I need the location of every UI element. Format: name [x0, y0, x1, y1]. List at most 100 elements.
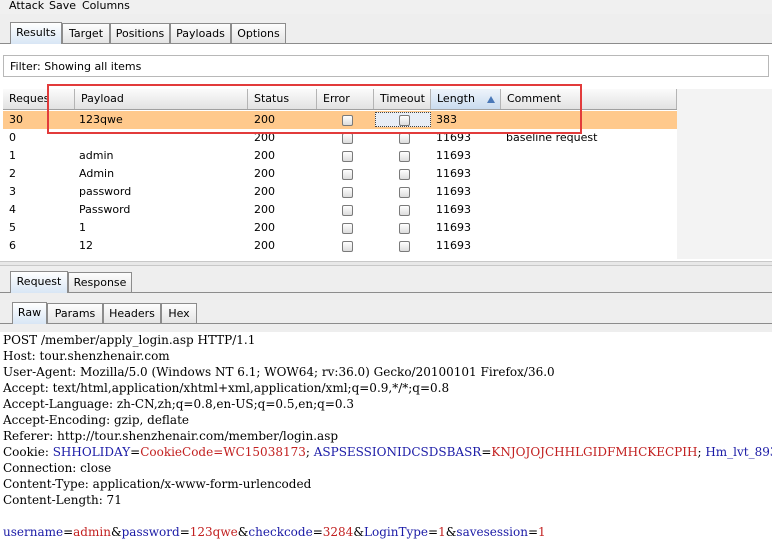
error-checkbox[interactable] [342, 151, 353, 162]
menu-save[interactable]: Save [49, 0, 76, 12]
cell-payload: 1 [79, 221, 86, 234]
timeout-checkbox[interactable] [399, 241, 410, 252]
cookie-label: Cookie: [3, 445, 53, 459]
header-referer: Referer: http://tour.shenzhenair.com/mem… [3, 429, 339, 443]
timeout-checkbox[interactable] [399, 151, 410, 162]
cell-payload: admin [79, 149, 114, 162]
table-empty-area [677, 89, 772, 259]
error-checkbox[interactable] [342, 223, 353, 234]
header-accept: Accept: text/html,application/xhtml+xml,… [3, 381, 450, 395]
message-tab-bar: Request Response Raw Params Headers Hex [0, 266, 772, 332]
tab-hex[interactable]: Hex [161, 303, 197, 323]
cell-length: 11693 [436, 203, 471, 216]
equals-sign: = [179, 525, 190, 539]
cell-status: 200 [254, 149, 275, 162]
cookie-value: CookieCode=WC15038173 [140, 445, 306, 459]
raw-request-editor[interactable]: POST /member/apply_login.asp HTTP/1.1 Ho… [0, 332, 772, 552]
header-content-type: Content-Type: application/x-www-form-url… [3, 477, 312, 491]
header-user-agent: User-Agent: Mozilla/5.0 (Windows NT 6.1;… [3, 365, 555, 379]
tab-target[interactable]: Target [62, 23, 110, 43]
tab-headers[interactable]: Headers [103, 303, 161, 323]
table-row[interactable]: 4 Password 200 11693 [3, 201, 677, 219]
cell-length: 11693 [436, 221, 471, 234]
equals-sign: = [527, 525, 539, 539]
cell-request: 1 [9, 149, 16, 162]
cell-status: 200 [254, 221, 275, 234]
equals-sign: = [481, 445, 492, 459]
cookie-separator: ; [305, 445, 314, 459]
filter-label: Filter: Showing all items [10, 60, 142, 73]
table-row[interactable]: 5 1 200 11693 [3, 219, 677, 237]
cell-request: 3 [9, 185, 16, 198]
equals-sign: = [130, 445, 141, 459]
ampersand: & [353, 525, 364, 539]
cell-request: 5 [9, 221, 16, 234]
tab-params[interactable]: Params [47, 303, 103, 323]
cell-length: 11693 [436, 185, 471, 198]
body-param-value: 1 [538, 525, 546, 539]
top-tab-bar: Results Target Positions Payloads Option… [0, 14, 772, 44]
ampersand: & [237, 525, 249, 539]
error-checkbox[interactable] [342, 133, 353, 144]
header-cookie: Cookie: SHHOLIDAY=CookieCode=WC15038173;… [3, 444, 772, 460]
filter-bar[interactable]: Filter: Showing all items [3, 55, 769, 77]
tab-response[interactable]: Response [68, 272, 132, 292]
cell-status: 200 [254, 185, 275, 198]
cell-payload: password [79, 185, 132, 198]
table-row[interactable]: 1 admin 200 11693 [3, 147, 677, 165]
tab-results[interactable]: Results [10, 22, 62, 44]
cell-status: 200 [254, 167, 275, 180]
body-param-name: checkcode [248, 525, 313, 539]
ampersand: & [445, 525, 457, 539]
equals-sign: = [428, 525, 439, 539]
table-row[interactable]: 6 12 200 11693 [3, 237, 677, 255]
error-checkbox[interactable] [342, 205, 353, 216]
cell-request: 0 [9, 131, 16, 144]
error-checkbox[interactable] [342, 169, 353, 180]
equals-sign: = [312, 525, 323, 539]
body-param-name: savesession [456, 525, 528, 539]
error-checkbox[interactable] [342, 187, 353, 198]
cell-length: 11693 [436, 167, 471, 180]
cell-length: 11693 [436, 149, 471, 162]
tab-payloads[interactable]: Payloads [170, 23, 231, 43]
timeout-checkbox[interactable] [399, 205, 410, 216]
body-param-value: 3284 [322, 525, 354, 539]
timeout-checkbox[interactable] [399, 169, 410, 180]
request-body: username=admin&password=123qwe&checkcode… [3, 524, 546, 540]
highlight-box [47, 84, 582, 134]
tab-request[interactable]: Request [10, 271, 68, 293]
tab-positions[interactable]: Positions [110, 23, 170, 43]
timeout-checkbox[interactable] [399, 133, 410, 144]
cell-payload: Password [79, 203, 131, 216]
body-param-name: LoginType [364, 525, 429, 539]
tab-options[interactable]: Options [231, 23, 286, 43]
cookie-name: SHHOLIDAY [52, 445, 131, 459]
equals-sign: = [63, 525, 74, 539]
cell-request: 30 [9, 113, 23, 126]
table-row[interactable]: 2 Admin 200 11693 [3, 165, 677, 183]
table-row[interactable]: 3 password 200 11693 [3, 183, 677, 201]
cell-request: 2 [9, 167, 16, 180]
request-line: POST /member/apply_login.asp HTTP/1.1 [3, 333, 256, 347]
header-accept-language: Accept-Language: zh-CN,zh;q=0.8,en-US;q=… [3, 397, 354, 411]
header-connection: Connection: close [3, 461, 112, 475]
cell-payload: Admin [79, 167, 115, 180]
body-param-value: admin [73, 525, 111, 539]
cookie-name: Hm_lvt_89382aa4cd084a2 [705, 445, 772, 459]
header-content-length: Content-Length: 71 [3, 493, 122, 507]
body-param-value: 123qwe [189, 525, 238, 539]
tab-raw[interactable]: Raw [12, 302, 47, 324]
cell-length: 11693 [436, 239, 471, 252]
menu-columns[interactable]: Columns [82, 0, 130, 12]
menu-bar: Attack Save Columns [0, 0, 772, 14]
body-param-name: username [3, 525, 64, 539]
header-accept-encoding: Accept-Encoding: gzip, deflate [3, 413, 190, 427]
cookie-name: ASPSESSIONIDCSDSBASR [313, 445, 482, 459]
menu-attack[interactable]: Attack [9, 0, 44, 12]
error-checkbox[interactable] [342, 241, 353, 252]
cell-status: 200 [254, 239, 275, 252]
timeout-checkbox[interactable] [399, 223, 410, 234]
timeout-checkbox[interactable] [399, 187, 410, 198]
cell-request: 6 [9, 239, 16, 252]
